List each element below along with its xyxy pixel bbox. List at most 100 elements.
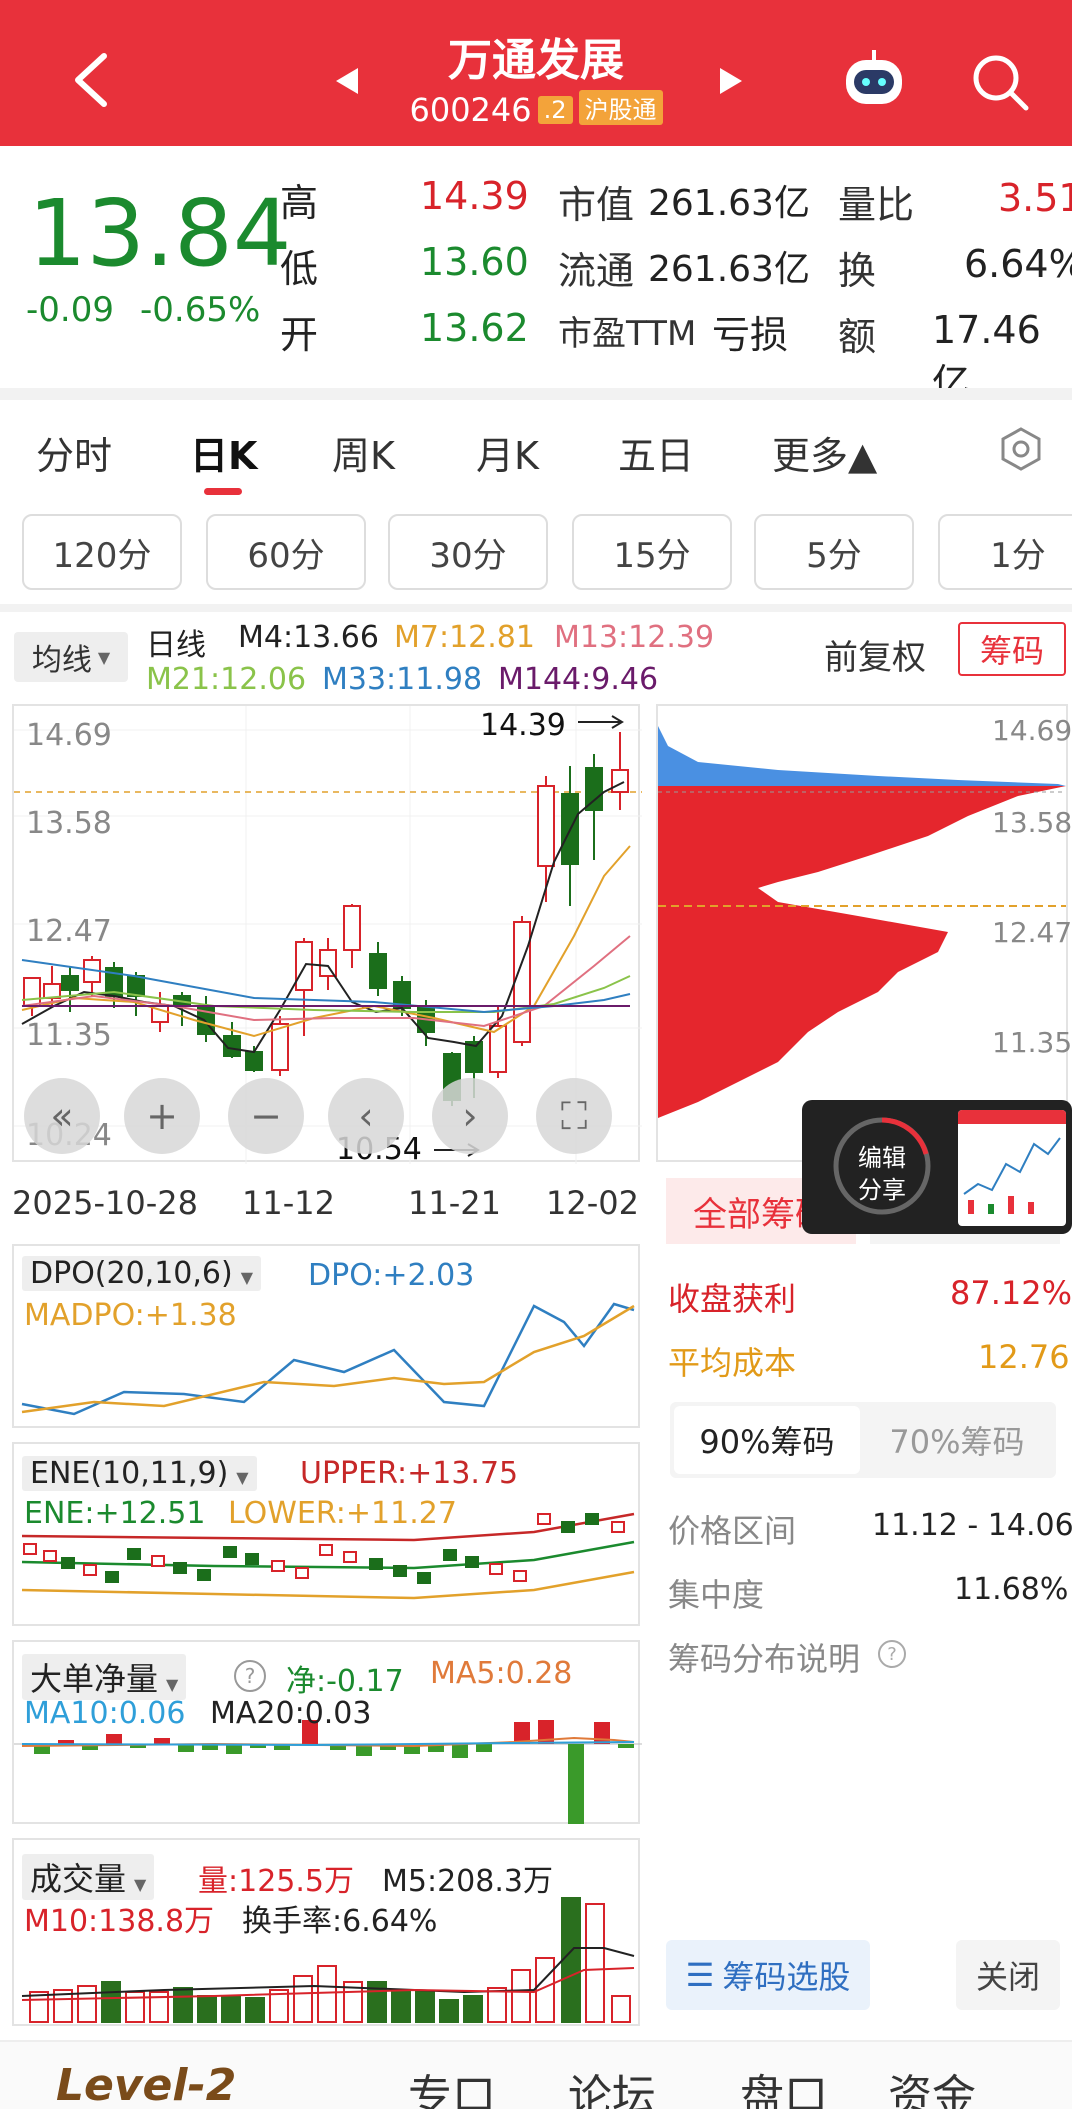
chip-ytick: 12.47 bbox=[992, 916, 1072, 949]
tab-five-day[interactable]: 五日 bbox=[618, 425, 694, 480]
dpo-selector[interactable]: DPO(20,10,6) ▼ bbox=[22, 1256, 262, 1291]
svg-text:?: ? bbox=[245, 1664, 256, 1688]
candle-body bbox=[61, 975, 79, 991]
low-value: 13.60 bbox=[420, 240, 529, 284]
adjust-mode[interactable]: 前复权 bbox=[824, 630, 926, 679]
help-icon[interactable]: ? bbox=[876, 1638, 908, 1670]
ene-candle bbox=[197, 1569, 211, 1581]
zoom-in-button[interactable]: + bbox=[124, 1078, 200, 1154]
nav-funds[interactable]: 资金 bbox=[888, 2060, 976, 2109]
period-1min[interactable]: 1分 bbox=[938, 514, 1072, 590]
nav-item[interactable]: 专口 bbox=[408, 2060, 496, 2109]
ene-candle bbox=[489, 1563, 503, 1575]
ene-candle bbox=[127, 1548, 141, 1560]
help-icon[interactable]: ? bbox=[232, 1658, 268, 1694]
scroll-left-button[interactable]: ‹ bbox=[328, 1078, 404, 1154]
turnover-value: 6.64% bbox=[964, 242, 1072, 286]
stock-name: 万通发展 bbox=[448, 35, 624, 86]
madpo-value: MADPO:+1.38 bbox=[24, 1298, 237, 1333]
candle-body bbox=[43, 983, 61, 999]
bignet-selector[interactable]: 大单净量 ▼ bbox=[22, 1654, 187, 1700]
candle-body bbox=[319, 949, 337, 977]
volume-turnover: 换手率:6.64% bbox=[242, 1904, 438, 1939]
tab-90-chips[interactable]: 90%筹码 bbox=[674, 1406, 860, 1474]
kline-ytick: 14.69 bbox=[26, 718, 112, 753]
nav-forum[interactable]: 论坛 bbox=[568, 2060, 656, 2109]
search-icon[interactable] bbox=[970, 52, 1030, 112]
mktcap-value: 261.63亿 bbox=[648, 183, 810, 224]
kline-ytick: 13.58 bbox=[26, 806, 112, 841]
chips-button[interactable]: 筹码 bbox=[958, 622, 1066, 676]
tab-intraday[interactable]: 分时 bbox=[36, 425, 112, 480]
dpo-name: DPO(20,10,6) bbox=[30, 1256, 233, 1291]
ene-selector[interactable]: ENE(10,11,9) ▼ bbox=[22, 1456, 257, 1491]
ene-candle bbox=[105, 1571, 119, 1583]
scroll-right-button[interactable]: › bbox=[432, 1078, 508, 1154]
candle-body bbox=[23, 977, 41, 1007]
period-30min[interactable]: 30分 bbox=[388, 514, 548, 590]
candle-body bbox=[343, 905, 361, 951]
volume-bar bbox=[511, 1969, 531, 2023]
ene-candle bbox=[561, 1521, 575, 1533]
scroll-left-fast-button[interactable]: « bbox=[24, 1078, 100, 1154]
stock-code-line: 600246.2 沪股通 bbox=[0, 90, 1072, 129]
ene-candle bbox=[151, 1555, 165, 1567]
settings-hexagon-icon[interactable] bbox=[998, 426, 1044, 472]
kline-high-mark: 14.39 bbox=[480, 708, 566, 743]
date-tick: 11-21 bbox=[408, 1184, 501, 1222]
dropdown-icon: ▼ bbox=[236, 1468, 249, 1487]
ene-candle bbox=[319, 1544, 333, 1556]
tab-daily-k[interactable]: 日K bbox=[190, 425, 257, 480]
volume-m5: M5:208.3万 bbox=[382, 1864, 553, 1899]
share-line1: 编辑 bbox=[858, 1144, 906, 1172]
volume-ratio-value: 3.51 bbox=[998, 176, 1072, 220]
volume-bar bbox=[611, 1995, 631, 2023]
float-value: 261.63亿 bbox=[648, 249, 810, 290]
fullscreen-button[interactable]: ⛶ bbox=[536, 1078, 612, 1154]
nav-order-book[interactable]: 盘口 bbox=[740, 2060, 828, 2109]
tab-active-indicator bbox=[204, 488, 242, 495]
volume-selector[interactable]: 成交量 ▼ bbox=[22, 1854, 155, 1900]
volume-ratio-label: 量比 bbox=[838, 183, 915, 227]
thumbnail-chart-icon bbox=[963, 1137, 1061, 1214]
chevron-right-icon: › bbox=[462, 1094, 478, 1138]
bignet-ma10: MA10:0.06 bbox=[24, 1696, 186, 1731]
share-overlay[interactable]: 编辑 分享 bbox=[802, 1100, 1072, 1234]
period-5min[interactable]: 5分 bbox=[754, 514, 914, 590]
chip-stock-picker-button[interactable]: ☰ 筹码选股 bbox=[666, 1940, 870, 2010]
tab-more[interactable]: 更多▲ bbox=[772, 425, 877, 480]
zoom-out-button[interactable]: − bbox=[228, 1078, 304, 1154]
level-tag: .2 bbox=[537, 96, 573, 124]
ene-name: ENE(10,11,9) bbox=[30, 1456, 229, 1491]
ene-candle bbox=[611, 1521, 625, 1533]
volume-bar bbox=[77, 1985, 97, 2023]
chevron-left-icon: ‹ bbox=[358, 1094, 374, 1138]
dropdown-icon: ▼ bbox=[240, 1268, 254, 1287]
net-bar bbox=[594, 1722, 610, 1744]
robot-assistant-icon[interactable] bbox=[840, 46, 908, 110]
change-value: -0.09 bbox=[26, 290, 114, 330]
chip-ytick: 11.35 bbox=[992, 1026, 1072, 1059]
tab-70-chips[interactable]: 70%筹码 bbox=[864, 1406, 1050, 1474]
tab-weekly-k[interactable]: 周K bbox=[332, 425, 395, 480]
volume-m10: M10:138.8万 bbox=[24, 1904, 215, 1939]
period-120min[interactable]: 120分 bbox=[22, 514, 182, 590]
net-bar bbox=[452, 1744, 468, 1758]
concentration-value: 11.68% bbox=[954, 1572, 1069, 1607]
candle-body bbox=[245, 1051, 263, 1071]
bignet-name: 大单净量 bbox=[30, 1660, 159, 1698]
ene-candle bbox=[23, 1543, 37, 1555]
dropdown-icon: ▼ bbox=[134, 1875, 147, 1894]
close-chips-button[interactable]: 关闭 bbox=[956, 1940, 1060, 2010]
period-60min[interactable]: 60分 bbox=[206, 514, 366, 590]
float-label: 流通 bbox=[558, 249, 635, 293]
ene-candle bbox=[417, 1572, 431, 1584]
ma-selector[interactable]: 均线 ▼ bbox=[14, 632, 128, 682]
level2-entry[interactable]: Level-2 bbox=[56, 2060, 236, 2109]
period-15min[interactable]: 15分 bbox=[572, 514, 732, 590]
chip-explain-link[interactable]: 筹码分布说明 bbox=[668, 1634, 860, 1680]
ene-mid: ENE:+12.51 bbox=[24, 1496, 206, 1531]
minus-icon: − bbox=[250, 1094, 282, 1138]
low-label: 低 bbox=[280, 247, 319, 291]
tab-monthly-k[interactable]: 月K bbox=[476, 425, 539, 480]
